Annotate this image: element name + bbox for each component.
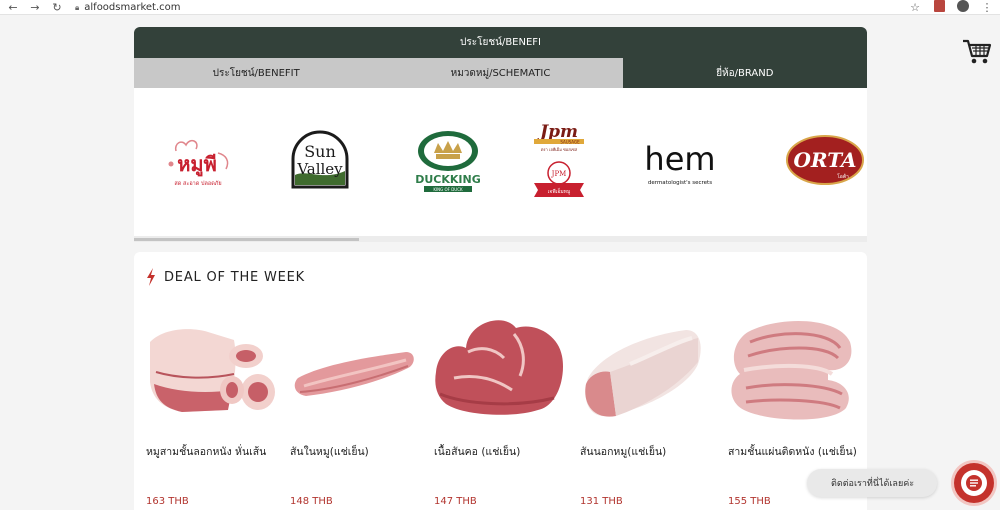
brand-text: เจพีเอ็มหมู	[548, 187, 571, 195]
brand-text: ORTA	[794, 148, 857, 172]
reload-icon[interactable]: ↻	[50, 1, 64, 15]
brand-logo-nhoomee[interactable]: หมูพี สด สะอาด ปลอดภัย	[154, 88, 239, 236]
brand-text: ตรา เจพีเอ็ม ซอสเซส	[541, 146, 578, 152]
star-icon[interactable]: ☆	[908, 1, 922, 14]
address-bar[interactable]: 🔒︎ alfoodsmarket.com	[75, 0, 181, 15]
card-header-title: ประโยชน์/BENEFI	[460, 37, 541, 48]
tab-label: ประโยชน์/BENEFIT	[212, 67, 300, 79]
product-price: 131 THB	[580, 496, 623, 507]
product-image[interactable]	[434, 312, 564, 432]
carousel-scroll-thumb[interactable]	[134, 238, 359, 241]
browser-actions: ☆ ⋮	[898, 0, 994, 15]
tab-bar: ประโยชน์/BENEFIT หมวดหมู่/SCHEMATIC ยี่ห…	[134, 58, 867, 88]
tab-label: หมวดหมู่/SCHEMATIC	[450, 67, 551, 79]
brand-text: KING OF DUCK	[433, 187, 463, 192]
product-name[interactable]: หมูสามชั้นลอกหนัง หั่นเส้น	[146, 444, 276, 480]
brand-logo-sunvalley[interactable]: Sun Valley	[284, 88, 356, 236]
deals-title: DEAL OF THE WEEK	[164, 269, 306, 285]
product-image[interactable]	[290, 312, 420, 432]
chat-label: ติดต่อเราที่นี่ได้เลยค่ะ	[831, 479, 915, 489]
chat-prompt[interactable]: ติดต่อเราที่นี่ได้เลยค่ะ	[807, 469, 937, 497]
brand-text: JPM	[551, 170, 567, 178]
product-image[interactable]	[146, 312, 276, 432]
product-card[interactable]: เนื้อสันคอ (แช่เย็น) 147 THB	[434, 312, 564, 507]
brand-logo-hem[interactable]: hem dermatologist's secrets	[639, 88, 721, 236]
brand-text: DUCKKING	[415, 173, 481, 186]
product-name[interactable]: สันในหมู(แช่เย็น)	[290, 444, 420, 480]
browser-nav: ← → ↻	[6, 0, 72, 15]
tab-brand[interactable]: ยี่ห้อ/BRAND	[622, 58, 867, 88]
forward-arrow-icon[interactable]: →	[28, 1, 42, 15]
brand-text: โอต้า	[837, 173, 849, 180]
brand-text: hem	[644, 140, 715, 178]
brand-logo-duckking[interactable]: DUCKKING KING OF DUCK	[409, 88, 487, 236]
pdf-icon[interactable]	[932, 0, 946, 15]
back-arrow-icon[interactable]: ←	[6, 1, 20, 15]
product-card[interactable]: สันนอกหมู(แช่เย็น) 131 THB	[580, 312, 710, 507]
cart-icon[interactable]	[962, 38, 992, 66]
product-price: 163 THB	[146, 496, 189, 507]
deals-heading: DEAL OF THE WEEK	[146, 268, 305, 286]
product-card[interactable]: หมูสามชั้นลอกหนัง หั่นเส้น 163 THB	[146, 312, 276, 507]
brand-text: Sun	[304, 142, 336, 161]
url-text: alfoodsmarket.com	[84, 2, 181, 13]
product-image[interactable]	[728, 312, 858, 432]
deals-section: DEAL OF THE WEEK หมูสามชั้นลอกหนัง หั่นเ…	[134, 252, 867, 510]
product-name[interactable]: เนื้อสันคอ (แช่เย็น)	[434, 444, 564, 480]
product-price: 155 THB	[728, 496, 771, 507]
tab-label: ยี่ห้อ/BRAND	[716, 67, 774, 79]
product-name[interactable]: สันนอกหมู(แช่เย็น)	[580, 444, 710, 480]
chat-button[interactable]	[954, 463, 994, 503]
product-card[interactable]: สันในหมู(แช่เย็น) 148 THB	[290, 312, 420, 507]
brand-logo-orta[interactable]: ORTA โอต้า	[784, 88, 866, 236]
brand-logo-jpm[interactable]: Jpm SAUSAGE ตรา เจพีเอ็ม ซอสเซส JPM เจพี…	[529, 88, 589, 236]
brand-text: หมูพี	[177, 152, 217, 178]
category-card: ประโยชน์/BENEFI ประโยชน์/BENEFIT หมวดหมู…	[134, 27, 867, 242]
brand-text: Valley	[296, 160, 343, 178]
tab-schematic[interactable]: หมวดหมู่/SCHEMATIC	[378, 58, 623, 88]
browser-toolbar: ← → ↻ 🔒︎ alfoodsmarket.com ☆ ⋮	[0, 0, 1000, 15]
brand-text: dermatologist's secrets	[648, 180, 712, 186]
menu-dots-icon[interactable]: ⋮	[980, 1, 994, 14]
product-image[interactable]	[580, 312, 710, 432]
product-price: 148 THB	[290, 496, 333, 507]
account-icon[interactable]	[956, 0, 970, 15]
lock-icon: 🔒︎	[75, 2, 80, 12]
product-card[interactable]: สามชั้นแผ่นติดหนัง (แช่เย็น) 155 THB	[728, 312, 858, 507]
chat-bubble-icon	[961, 470, 987, 496]
tab-benefit[interactable]: ประโยชน์/BENEFIT	[134, 58, 379, 88]
lightning-icon	[147, 268, 155, 286]
brand-text: สด สะอาด ปลอดภัย	[174, 180, 221, 187]
brand-carousel: หมูพี สด สะอาด ปลอดภัย Sun Valley DUCKKI…	[134, 88, 867, 236]
card-header: ประโยชน์/BENEFI	[134, 27, 867, 58]
product-price: 147 THB	[434, 496, 477, 507]
brand-text: SAUSAGE	[560, 140, 580, 145]
carousel-scrollbar[interactable]	[134, 236, 867, 242]
